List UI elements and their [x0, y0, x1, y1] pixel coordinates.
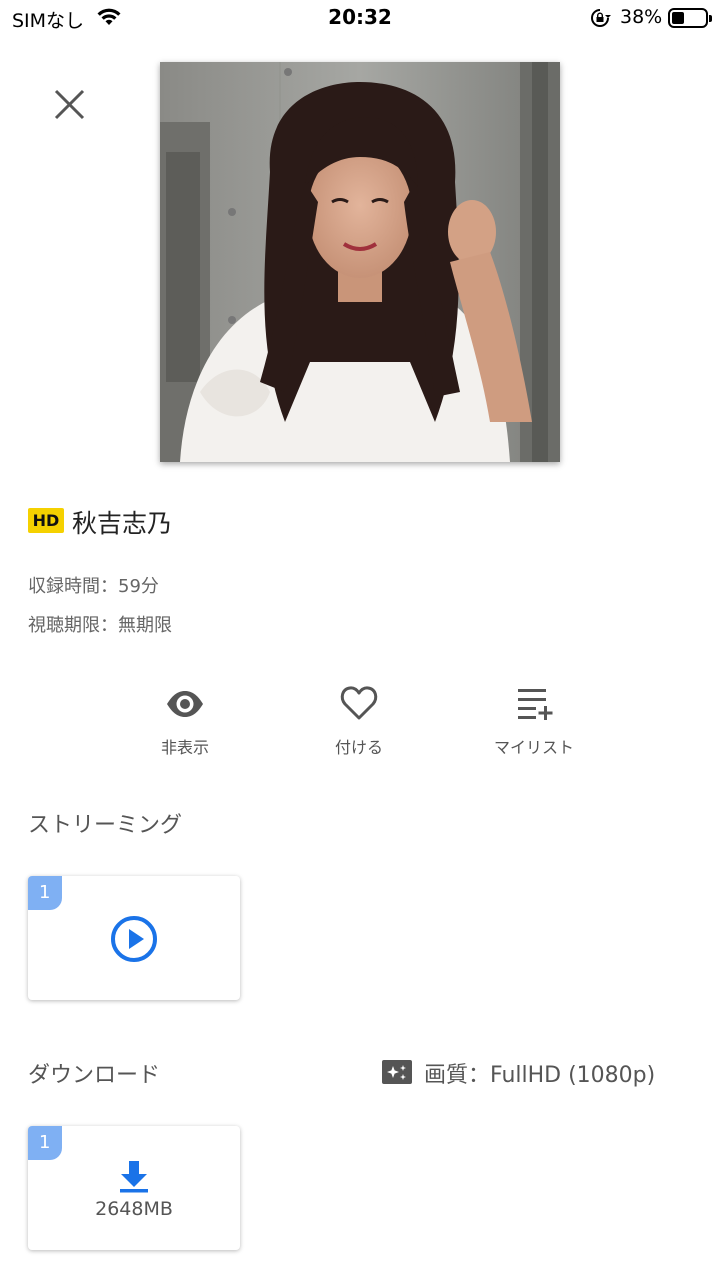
streaming-section-title: ストリーミング	[28, 813, 183, 838]
file-size: 2648MB	[95, 1198, 173, 1220]
battery-level	[672, 12, 684, 24]
favorite-button[interactable]: 付ける	[289, 682, 429, 758]
mylist-button[interactable]: マイリスト	[464, 682, 604, 758]
quality-label[interactable]: 画質：FullHD (1080p)	[424, 1057, 655, 1089]
mylist-label: マイリスト	[493, 738, 574, 757]
rotation-lock-icon	[591, 9, 611, 27]
clock: 20:32	[328, 5, 392, 29]
download-section-title: ダウンロード	[28, 1063, 161, 1088]
hide-label: 非表示	[160, 738, 209, 757]
item-number-badge: 1	[28, 876, 62, 910]
download-icon	[120, 1161, 148, 1193]
hide-button[interactable]: 非表示	[115, 682, 255, 758]
eye-icon	[167, 691, 203, 717]
heart-icon	[340, 686, 378, 720]
play-circle-icon	[111, 916, 157, 962]
battery-icon	[668, 8, 712, 28]
expiry-label: 視聴期限：無期限	[28, 615, 172, 636]
close-button[interactable]	[48, 84, 90, 126]
close-icon	[54, 89, 85, 120]
streaming-item[interactable]: 1	[28, 876, 240, 1000]
battery-percent: 38%	[620, 6, 663, 28]
status-bar: SIMなし 20:32 38%	[0, 0, 720, 36]
cover-image	[160, 62, 560, 462]
quality-sparkle-icon	[382, 1060, 412, 1084]
playlist-add-icon	[518, 689, 553, 720]
duration-label: 収録時間：59分	[28, 576, 159, 597]
favorite-label: 付ける	[334, 738, 383, 757]
video-title: 秋吉志乃	[72, 509, 173, 538]
hd-badge: HD	[28, 508, 64, 533]
download-item[interactable]: 1 2648MB	[28, 1126, 240, 1250]
item-number-badge: 1	[28, 1126, 62, 1160]
portrait-photo	[160, 62, 560, 462]
